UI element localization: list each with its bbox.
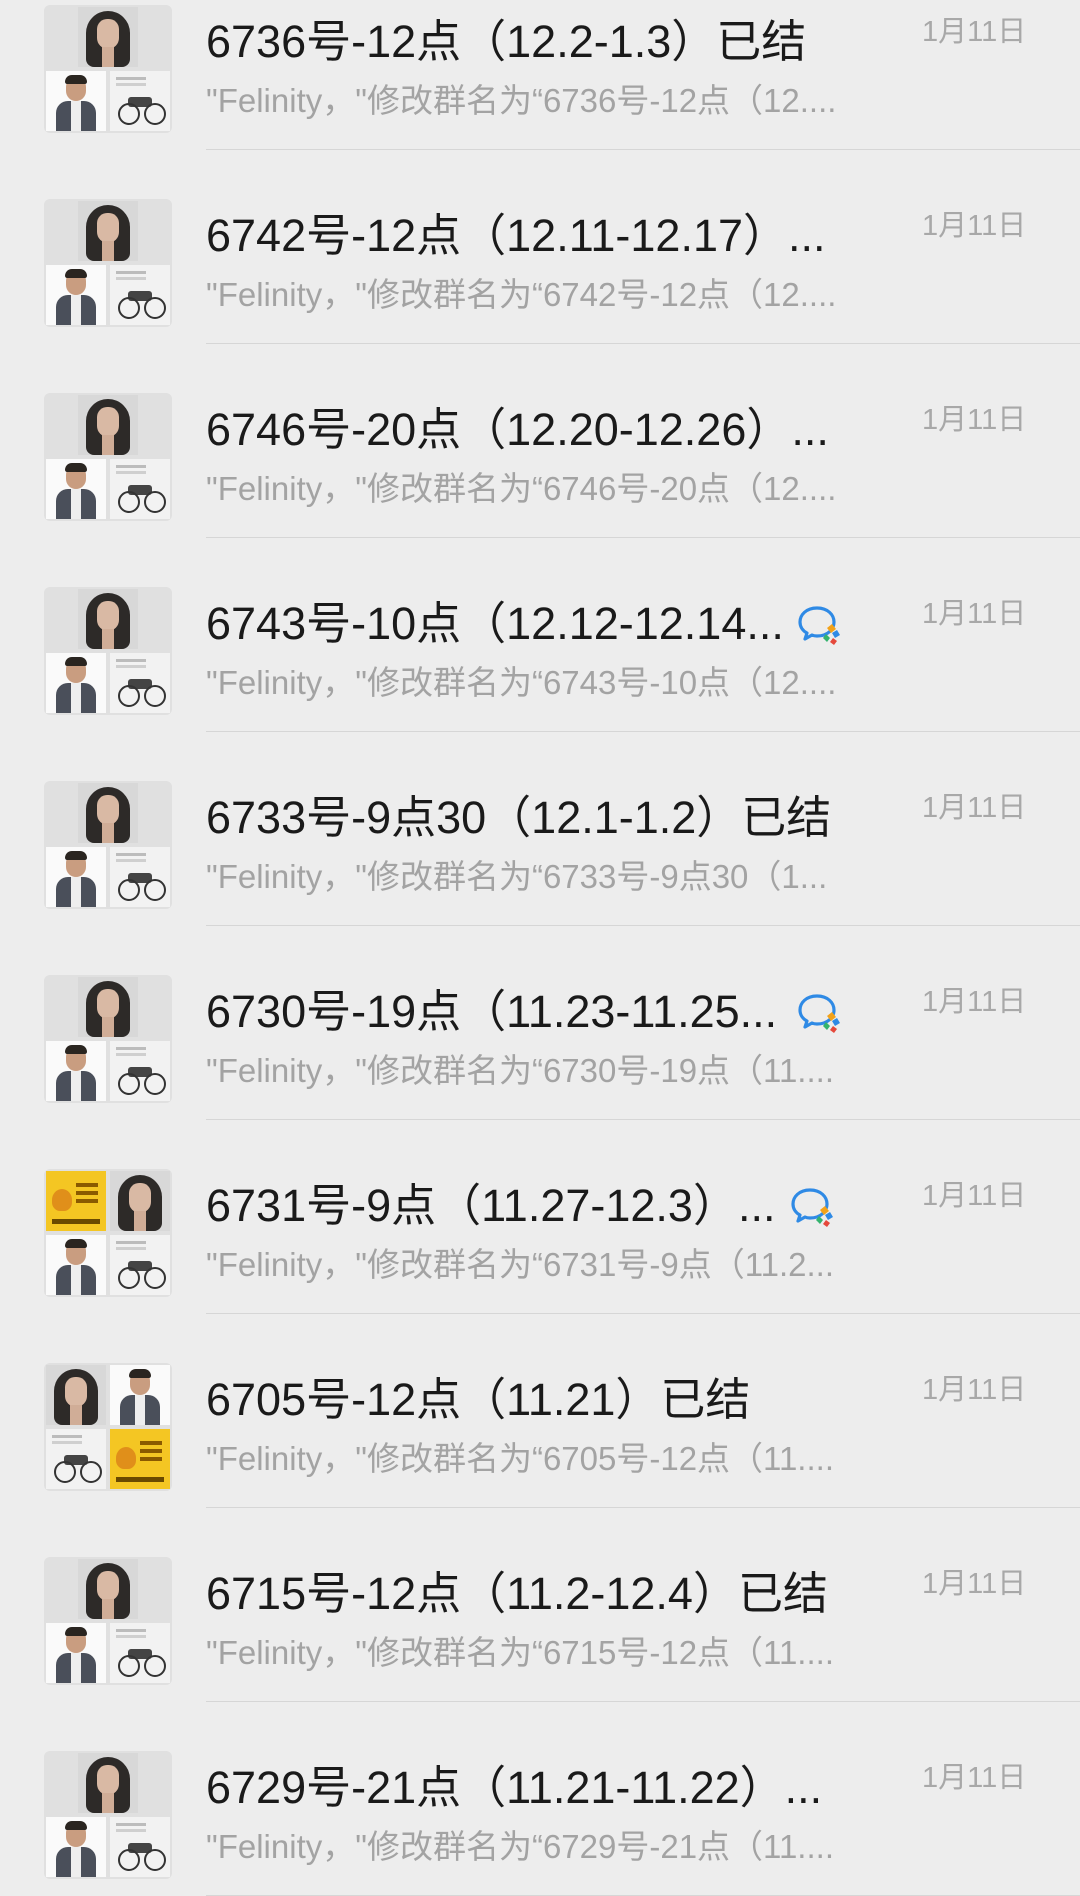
chat-timestamp: 1月11日 [922, 1762, 1027, 1794]
chat-timestamp: 1月11日 [922, 1568, 1027, 1600]
chat-title: 6736号-12点（12.2-1.3）已结 [206, 16, 807, 67]
avatar-tile-bicycle [110, 1817, 170, 1877]
chat-last-message-preview: "Felinity，"修改群名为“6743号-10点（12.... [206, 664, 837, 701]
avatar-tile-woman [78, 7, 138, 67]
avatar-tile-man [46, 265, 106, 325]
chat-timestamp: 1月11日 [922, 1180, 1027, 1212]
chat-timestamp: 1月11日 [922, 210, 1027, 242]
chat-list-item[interactable]: 6715号-12点（11.2-12.4）已结 "Felinity，"修改群名为“6… [0, 1508, 1080, 1702]
avatar-tile-bicycle [46, 1429, 106, 1489]
avatar-tile-bicycle [110, 265, 170, 325]
chat-timestamp: 1月11日 [922, 598, 1027, 630]
chat-list-item[interactable]: 6746号-20点（12.20-12.26）... "Felinity，"修改群名… [0, 344, 1080, 538]
avatar-tile-woman [46, 1365, 106, 1425]
chat-timestamp: 1月11日 [922, 986, 1027, 1018]
chat-list-item[interactable]: 6731号-9点（11.27-12.3）... "Felinity，"修改群名为“… [0, 1120, 1080, 1314]
group-avatar [44, 1557, 172, 1685]
chat-last-message-preview: "Felinity，"修改群名为“6715号-12点（11.... [206, 1634, 834, 1671]
avatar-tile-woman [78, 783, 138, 843]
chat-last-message-preview: "Felinity，"修改群名为“6731号-9点（11.2... [206, 1246, 834, 1283]
chat-last-message-preview: "Felinity，"修改群名为“6705号-12点（11.... [206, 1440, 834, 1477]
chat-title: 6715号-12点（11.2-12.4）已结 [206, 1568, 828, 1619]
chat-list-item[interactable]: 6743号-10点（12.12-12.14... "Felinity，"修改群名为… [0, 538, 1080, 732]
chat-last-message-preview: "Felinity，"修改群名为“6733号-9点30（1... [206, 858, 828, 895]
avatar-tile-bicycle [110, 1041, 170, 1101]
avatar-tile-woman [78, 977, 138, 1037]
avatar-tile-yellow-logo [110, 1429, 170, 1489]
avatar-tile-man [46, 1235, 106, 1295]
chat-timestamp: 1月11日 [922, 1374, 1027, 1406]
chat-title: 6746号-20点（12.20-12.26）... [206, 404, 829, 455]
chat-list-item[interactable]: 6730号-19点（11.23-11.25... "Felinity，"修改群名为… [0, 926, 1080, 1120]
chat-list-item[interactable]: 6736号-12点（12.2-1.3）已结 "Felinity，"修改群名为“67… [0, 0, 1080, 150]
group-avatar [44, 199, 172, 327]
avatar-tile-bicycle [110, 459, 170, 519]
wecom-badge-icon [797, 992, 843, 1034]
group-avatar [44, 393, 172, 521]
chat-title: 6730号-19点（11.23-11.25... [206, 986, 778, 1037]
avatar-tile-bicycle [110, 653, 170, 713]
avatar-tile-woman [78, 1753, 138, 1813]
chat-list-item[interactable]: 6742号-12点（12.11-12.17）... "Felinity，"修改群名… [0, 150, 1080, 344]
chat-list: 6736号-12点（12.2-1.3）已结 "Felinity，"修改群名为“67… [0, 0, 1080, 1896]
avatar-tile-man [46, 847, 106, 907]
chat-title: 6742号-12点（12.11-12.17）... [206, 210, 826, 261]
avatar-tile-bicycle [110, 71, 170, 131]
avatar-tile-woman [110, 1171, 170, 1231]
group-avatar [44, 1169, 172, 1297]
chat-timestamp: 1月11日 [922, 792, 1027, 824]
wecom-badge-icon [797, 604, 843, 646]
avatar-tile-woman [78, 201, 138, 261]
avatar-tile-woman [78, 589, 138, 649]
avatar-tile-man [46, 1817, 106, 1877]
chat-title: 6731号-9点（11.27-12.3）... [206, 1180, 776, 1231]
avatar-tile-woman [78, 395, 138, 455]
chat-last-message-preview: "Felinity，"修改群名为“6736号-12点（12.... [206, 82, 837, 119]
chat-last-message-preview: "Felinity，"修改群名为“6742号-12点（12.... [206, 276, 837, 313]
chat-title: 6705号-12点（11.21）已结 [206, 1374, 751, 1425]
group-avatar [44, 975, 172, 1103]
group-avatar [44, 5, 172, 133]
avatar-tile-woman [78, 1559, 138, 1619]
chat-timestamp: 1月11日 [922, 16, 1027, 48]
chat-last-message-preview: "Felinity，"修改群名为“6746号-20点（12.... [206, 470, 837, 507]
chat-last-message-preview: "Felinity，"修改群名为“6729号-21点（11.... [206, 1828, 834, 1865]
avatar-tile-yellow-logo [46, 1171, 106, 1231]
chat-list-item[interactable]: 6729号-21点（11.21-11.22）... "Felinity，"修改群名… [0, 1702, 1080, 1896]
chat-list-item[interactable]: 6733号-9点30（12.1-1.2）已结 "Felinity，"修改群名为“6… [0, 732, 1080, 926]
chat-title: 6733号-9点30（12.1-1.2）已结 [206, 792, 832, 843]
avatar-tile-man [46, 71, 106, 131]
avatar-tile-bicycle [110, 1623, 170, 1683]
avatar-tile-bicycle [110, 847, 170, 907]
wecom-badge-icon [790, 1186, 836, 1228]
avatar-tile-man [110, 1365, 170, 1425]
group-avatar [44, 1751, 172, 1879]
avatar-tile-bicycle [110, 1235, 170, 1295]
group-avatar [44, 1363, 172, 1491]
avatar-tile-man [46, 1041, 106, 1101]
chat-title: 6729号-21点（11.21-11.22）... [206, 1762, 823, 1813]
chat-last-message-preview: "Felinity，"修改群名为“6730号-19点（11.... [206, 1052, 834, 1089]
group-avatar [44, 781, 172, 909]
chat-timestamp: 1月11日 [922, 404, 1027, 436]
chat-list-item[interactable]: 6705号-12点（11.21）已结 "Felinity，"修改群名为“6705号… [0, 1314, 1080, 1508]
group-avatar [44, 587, 172, 715]
avatar-tile-man [46, 459, 106, 519]
avatar-tile-man [46, 1623, 106, 1683]
avatar-tile-man [46, 653, 106, 713]
chat-title: 6743号-10点（12.12-12.14... [206, 598, 784, 649]
